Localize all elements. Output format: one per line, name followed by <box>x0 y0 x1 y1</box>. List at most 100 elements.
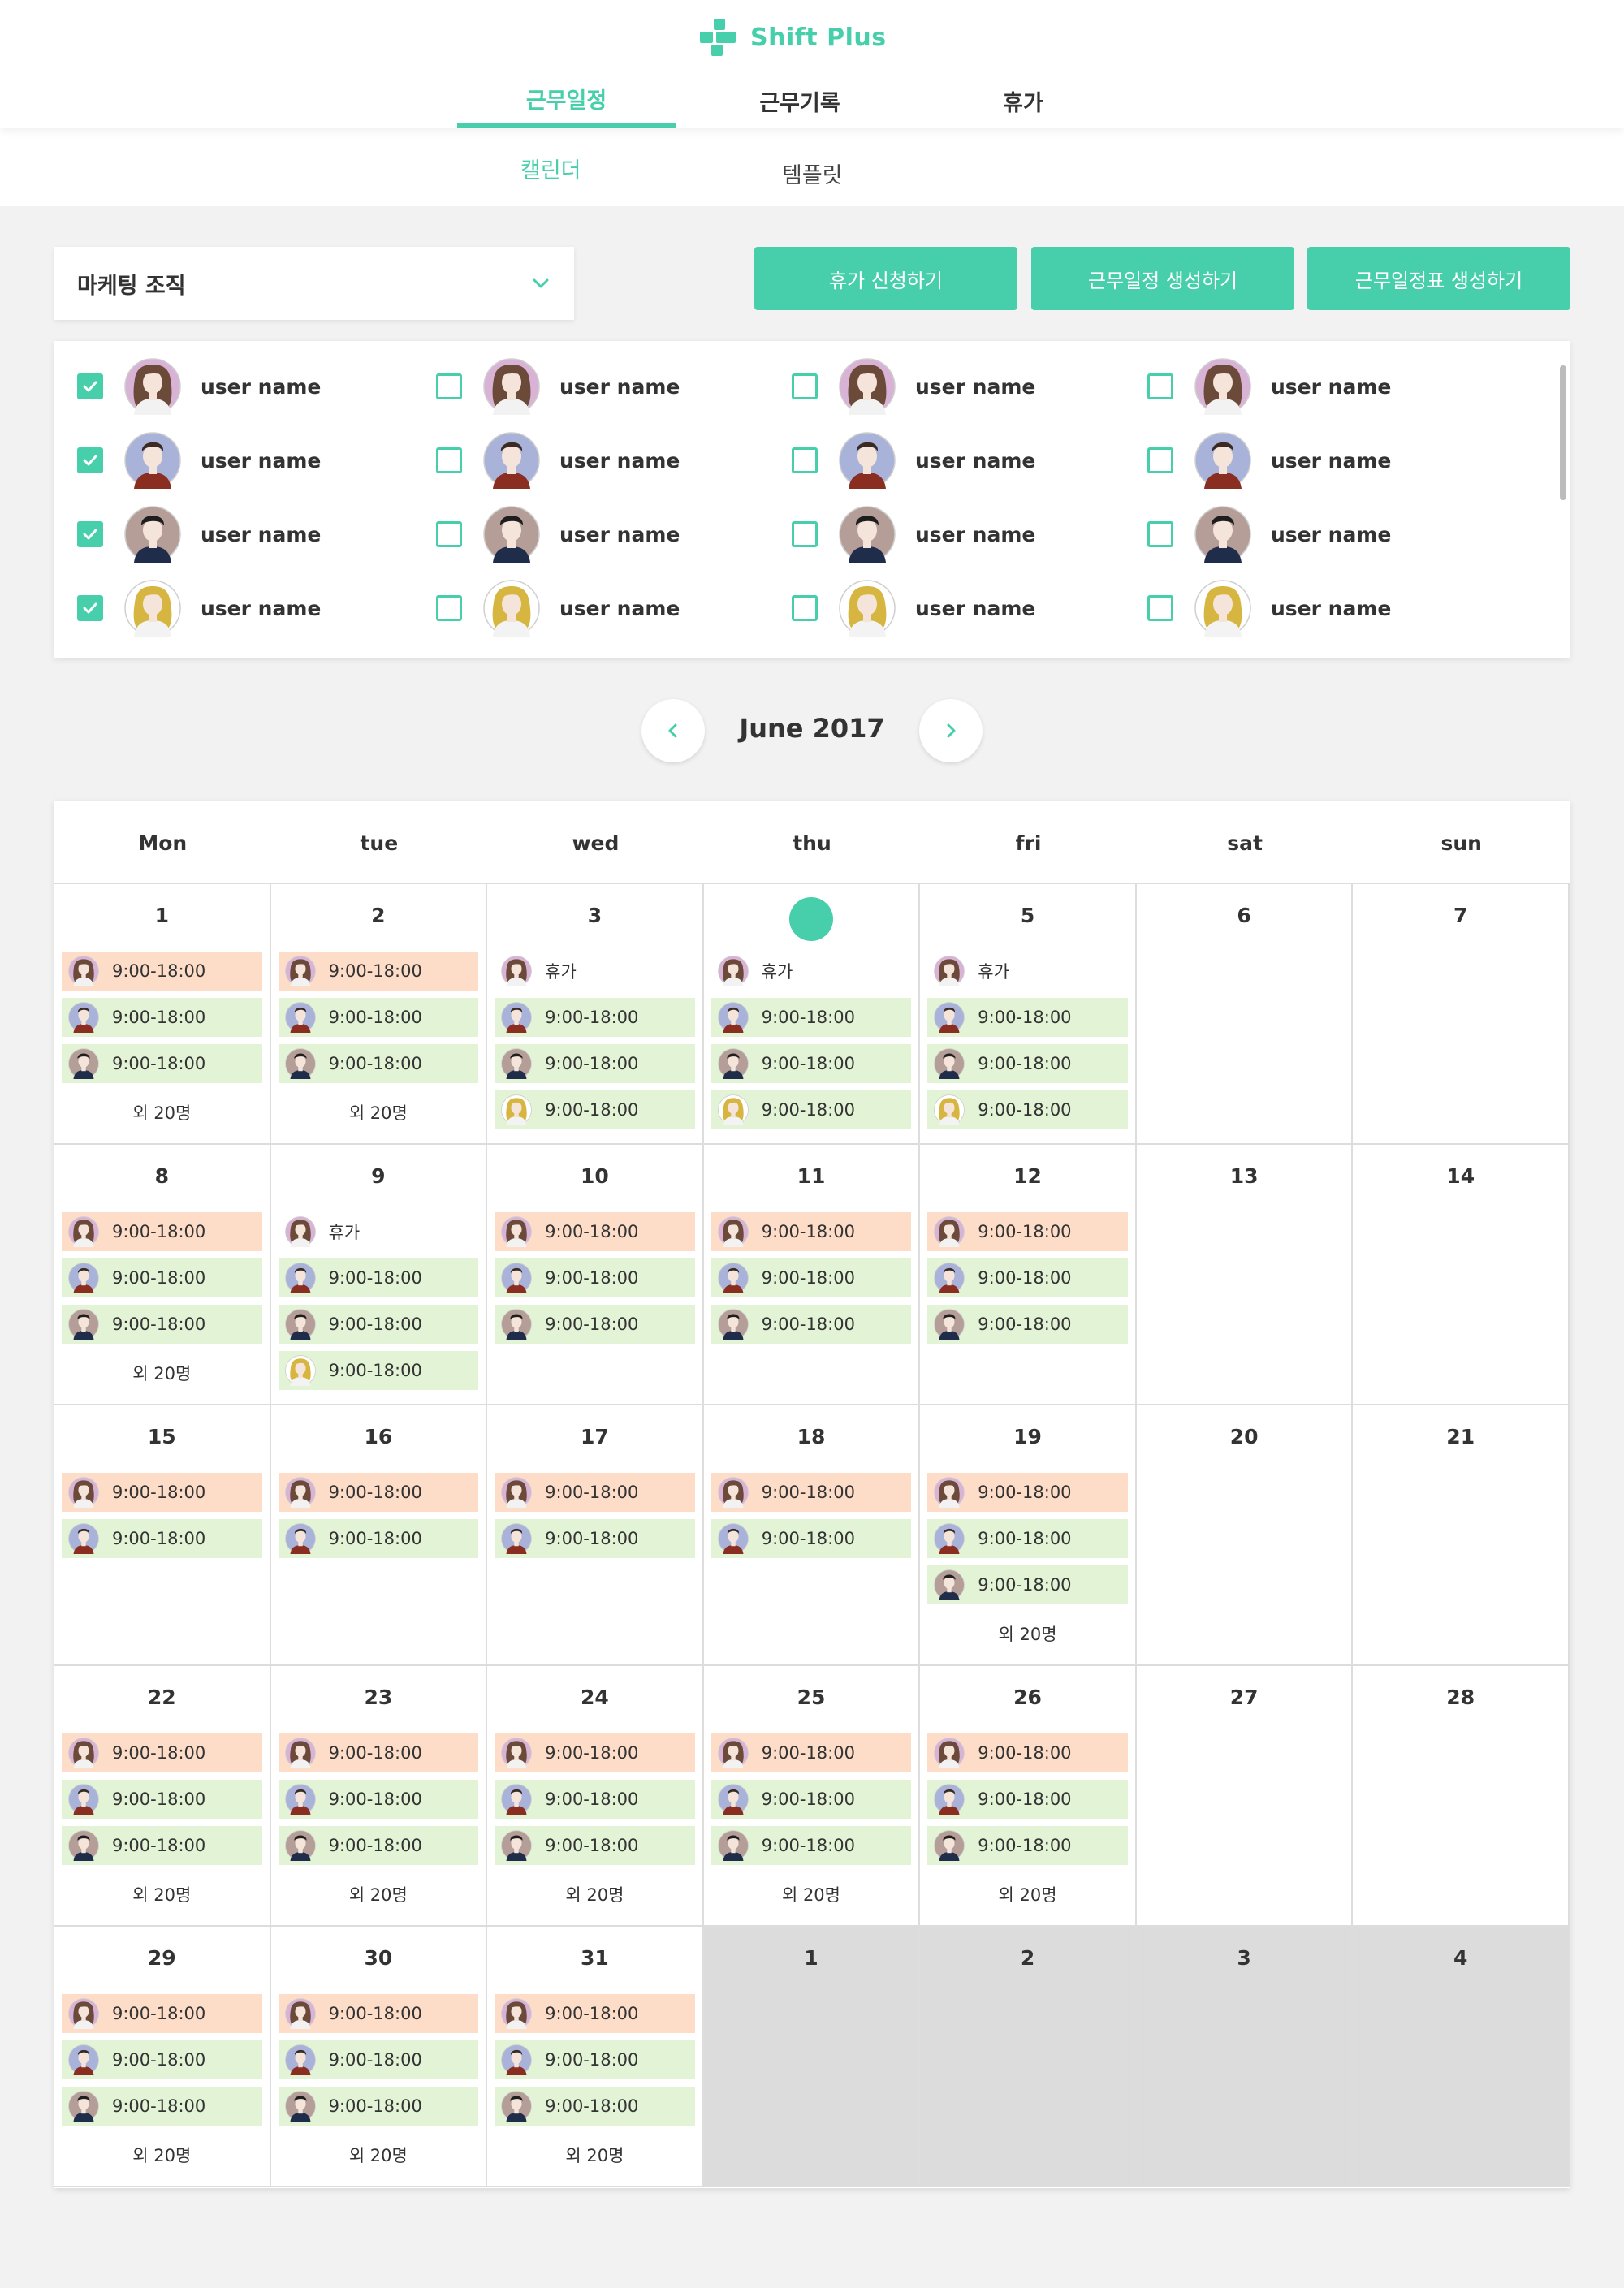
shift-entry[interactable]: 9:00-18:00 <box>927 1473 1128 1512</box>
shift-entry[interactable]: 9:00-18:00 <box>495 998 695 1037</box>
next-month-button[interactable] <box>919 699 983 762</box>
shift-entry[interactable]: 9:00-18:00 <box>495 1519 695 1558</box>
user-item[interactable]: user name <box>792 580 1035 637</box>
user-panel-scrollbar[interactable] <box>1560 365 1566 500</box>
calendar-day-other-month[interactable]: 3 <box>1136 1927 1354 2187</box>
user-checkbox[interactable] <box>77 373 103 399</box>
more-staff-link[interactable]: 외 20명 <box>54 1361 270 1385</box>
calendar-day-other-month[interactable]: 4 <box>1353 1927 1570 2187</box>
calendar-day[interactable]: 23 9:00-18:00 9:00-18:00 9:00-18:00 외 20명 <box>270 1666 488 1927</box>
shift-entry[interactable]: 9:00-18:00 <box>278 1044 479 1083</box>
shift-entry[interactable]: 9:00-18:00 <box>495 1090 695 1129</box>
tab-work-record[interactable]: 근무기록 <box>706 73 893 128</box>
user-item[interactable]: user name <box>77 358 321 415</box>
calendar-day[interactable]: 30 9:00-18:00 9:00-18:00 9:00-18:00 외 20명 <box>270 1927 488 2187</box>
calendar-day[interactable]: 17 9:00-18:00 9:00-18:00 <box>487 1405 704 1666</box>
shift-entry[interactable]: 9:00-18:00 <box>495 1044 695 1083</box>
calendar-day[interactable]: 29 9:00-18:00 9:00-18:00 9:00-18:00 외 20명 <box>54 1927 271 2187</box>
shift-entry[interactable]: 9:00-18:00 <box>62 2087 262 2126</box>
calendar-day[interactable]: 5 휴가 9:00-18:00 9:00-18:00 9:00-18:00 <box>920 884 1137 1145</box>
calendar-day[interactable]: 14 <box>1353 1145 1570 1405</box>
shift-entry[interactable]: 9:00-18:00 <box>62 1473 262 1512</box>
shift-entry[interactable]: 9:00-18:00 <box>927 1565 1128 1604</box>
create-schedule-button[interactable]: 근무일정 생성하기 <box>1031 247 1294 310</box>
user-checkbox[interactable] <box>792 373 818 399</box>
shift-entry[interactable]: 9:00-18:00 <box>62 1826 262 1865</box>
shift-entry[interactable]: 9:00-18:00 <box>710 1090 912 1129</box>
user-checkbox[interactable] <box>792 521 818 547</box>
calendar-day[interactable]: 21 <box>1353 1405 1570 1666</box>
request-vacation-button[interactable]: 휴가 신청하기 <box>754 247 1017 310</box>
calendar-day[interactable]: 20 <box>1136 1405 1354 1666</box>
calendar-day[interactable]: 31 9:00-18:00 9:00-18:00 9:00-18:00 외 20명 <box>487 1927 704 2187</box>
shift-entry[interactable]: 9:00-18:00 <box>710 1305 912 1344</box>
more-staff-link[interactable]: 외 20명 <box>920 1882 1135 1906</box>
logo[interactable]: Shift Plus <box>698 15 887 60</box>
calendar-day[interactable]: 6 <box>1136 884 1354 1145</box>
calendar-day[interactable]: 휴가 9:00-18:00 9:00-18:00 9:00-18:00 <box>703 884 921 1145</box>
calendar-day[interactable]: 28 <box>1353 1666 1570 1927</box>
calendar-day[interactable]: 13 <box>1136 1145 1354 1405</box>
create-timetable-button[interactable]: 근무일정표 생성하기 <box>1307 247 1570 310</box>
user-checkbox[interactable] <box>1147 521 1173 547</box>
user-checkbox[interactable] <box>792 595 818 621</box>
calendar-day[interactable]: 15 9:00-18:00 9:00-18:00 <box>54 1405 271 1666</box>
shift-entry[interactable]: 9:00-18:00 <box>927 1519 1128 1558</box>
user-item[interactable]: user name <box>792 358 1035 415</box>
shift-entry[interactable]: 9:00-18:00 <box>495 1473 695 1512</box>
vacation-entry[interactable]: 휴가 <box>711 952 912 991</box>
more-staff-link[interactable]: 외 20명 <box>271 1882 486 1906</box>
shift-entry[interactable]: 9:00-18:00 <box>278 1473 479 1512</box>
user-checkbox[interactable] <box>1147 373 1173 399</box>
user-item[interactable]: user name <box>436 432 680 489</box>
shift-entry[interactable]: 9:00-18:00 <box>278 1826 479 1865</box>
shift-entry[interactable]: 9:00-18:00 <box>278 1733 479 1772</box>
vacation-entry[interactable]: 휴가 <box>279 1212 479 1251</box>
shift-entry[interactable]: 9:00-18:00 <box>710 1826 912 1865</box>
calendar-day-other-month[interactable]: 2 <box>920 1927 1137 2187</box>
calendar-day[interactable]: 27 <box>1136 1666 1354 1927</box>
tab-vacation[interactable]: 휴가 <box>930 73 1116 128</box>
user-item[interactable]: user name <box>436 506 680 563</box>
shift-entry[interactable]: 9:00-18:00 <box>278 1780 479 1819</box>
shift-entry[interactable]: 9:00-18:00 <box>495 2087 695 2126</box>
shift-entry[interactable]: 9:00-18:00 <box>927 1090 1128 1129</box>
shift-entry[interactable]: 9:00-18:00 <box>62 998 262 1037</box>
user-checkbox[interactable] <box>77 595 103 621</box>
sub-tab-template[interactable]: 템플릿 <box>782 158 843 189</box>
shift-entry[interactable]: 9:00-18:00 <box>278 2040 479 2079</box>
user-checkbox[interactable] <box>1147 447 1173 473</box>
shift-entry[interactable]: 9:00-18:00 <box>62 1212 262 1251</box>
shift-entry[interactable]: 9:00-18:00 <box>927 1258 1128 1297</box>
calendar-day[interactable]: 7 <box>1353 884 1570 1145</box>
calendar-day[interactable]: 26 9:00-18:00 9:00-18:00 9:00-18:00 외 20명 <box>920 1666 1137 1927</box>
user-item[interactable]: user name <box>792 506 1035 563</box>
user-checkbox[interactable] <box>436 447 462 473</box>
shift-entry[interactable]: 9:00-18:00 <box>62 2040 262 2079</box>
user-item[interactable]: user name <box>77 432 321 489</box>
shift-entry[interactable]: 9:00-18:00 <box>62 1733 262 1772</box>
shift-entry[interactable]: 9:00-18:00 <box>927 1826 1128 1865</box>
calendar-day-other-month[interactable]: 1 <box>703 1927 921 2187</box>
previous-month-button[interactable] <box>641 699 705 762</box>
calendar-day[interactable]: 24 9:00-18:00 9:00-18:00 9:00-18:00 외 20명 <box>487 1666 704 1927</box>
more-staff-link[interactable]: 외 20명 <box>54 2143 270 2167</box>
user-item[interactable]: user name <box>77 580 321 637</box>
shift-entry[interactable]: 9:00-18:00 <box>495 1780 695 1819</box>
user-item[interactable]: user name <box>77 506 321 563</box>
shift-entry[interactable]: 9:00-18:00 <box>927 1733 1128 1772</box>
user-item[interactable]: user name <box>1147 506 1391 563</box>
calendar-day[interactable]: 12 9:00-18:00 9:00-18:00 9:00-18:00 <box>920 1145 1137 1405</box>
calendar-day[interactable]: 1 9:00-18:00 9:00-18:00 9:00-18:00 외 20명 <box>54 884 271 1145</box>
shift-entry[interactable]: 9:00-18:00 <box>278 1519 479 1558</box>
shift-entry[interactable]: 9:00-18:00 <box>278 1258 479 1297</box>
shift-entry[interactable]: 9:00-18:00 <box>927 1305 1128 1344</box>
more-staff-link[interactable]: 외 20명 <box>487 2143 702 2167</box>
user-item[interactable]: user name <box>792 432 1035 489</box>
shift-entry[interactable]: 9:00-18:00 <box>278 2087 479 2126</box>
calendar-day[interactable]: 2 9:00-18:00 9:00-18:00 9:00-18:00 외 20명 <box>270 884 488 1145</box>
calendar-day[interactable]: 3 휴가 9:00-18:00 9:00-18:00 9:00-18:00 <box>487 884 704 1145</box>
shift-entry[interactable]: 9:00-18:00 <box>495 1733 695 1772</box>
more-staff-link[interactable]: 외 20명 <box>704 1882 919 1906</box>
shift-entry[interactable]: 9:00-18:00 <box>927 1780 1128 1819</box>
